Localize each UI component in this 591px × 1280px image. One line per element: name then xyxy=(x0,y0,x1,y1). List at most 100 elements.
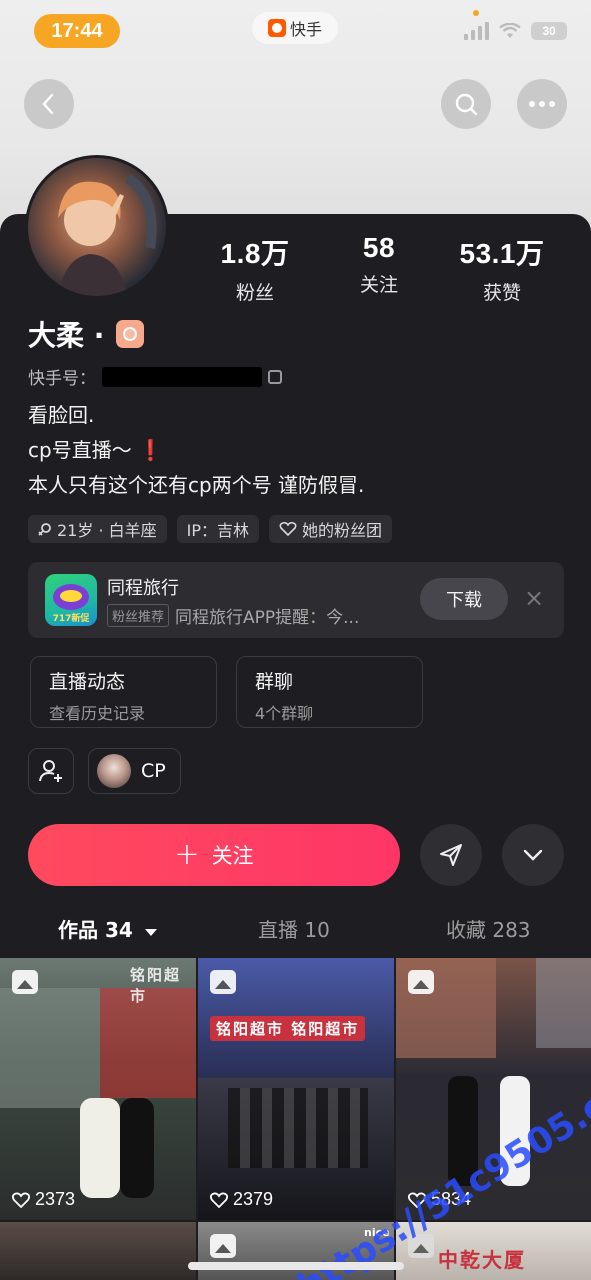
profile-screen: 17:44 快手 30 1.8万 粉丝 58 关注 53.1万 获赞 大柔 · … xyxy=(0,0,591,1280)
more-button[interactable] xyxy=(517,79,567,129)
post-thumbnail[interactable]: 铭阳超市 2373 xyxy=(0,958,196,1220)
stat-label: 关注 xyxy=(359,274,398,296)
content-tabs: 作品 34 直播 10 收藏 283 xyxy=(0,912,591,948)
heart-icon xyxy=(12,1192,30,1208)
search-button[interactable] xyxy=(441,79,491,129)
stat-label: 获赞 xyxy=(482,282,521,304)
stat-following[interactable]: 58 关注 xyxy=(319,232,439,297)
store-sign: 铭阳超市 xyxy=(130,966,182,1005)
heart-icon xyxy=(210,1192,228,1208)
tag-age: 21岁 · 白羊座 xyxy=(28,515,167,543)
bio-line-2: cp号直播～ ❗ xyxy=(28,433,364,468)
kuaishou-id-row[interactable]: 快手号： xyxy=(28,364,282,389)
tag-text: 21岁 · 白羊座 xyxy=(57,521,157,540)
tag-ip: IP：吉林 xyxy=(176,515,259,543)
wifi-icon xyxy=(499,23,521,38)
send-icon xyxy=(440,844,462,866)
copy-icon[interactable] xyxy=(268,369,282,384)
image-post-icon xyxy=(12,970,38,994)
expand-button[interactable] xyxy=(502,824,564,886)
stat-value: 1.8万 xyxy=(220,238,290,269)
post-thumbnail[interactable] xyxy=(0,1222,196,1280)
name-row: 大柔 · xyxy=(28,314,145,354)
cp-account-chip[interactable]: CP xyxy=(88,748,181,794)
tab-label: 作品 34 xyxy=(58,918,133,942)
share-button[interactable] xyxy=(420,824,482,886)
bio: 看脸回. cp号直播～ ❗ 本人只有这个还有cp两个号 谨防假冒. xyxy=(28,398,364,503)
redacted-id xyxy=(102,366,262,387)
kuaishou-id-label: 快手号： xyxy=(28,369,96,389)
post-thumbnail[interactable]: 铭阳超市 铭阳超市 2379 xyxy=(198,958,394,1220)
building-sign: 中乾大厦 xyxy=(438,1248,526,1272)
stat-likes[interactable]: 53.1万 获赞 xyxy=(442,232,562,305)
add-user-icon xyxy=(39,760,62,782)
panel-subtitle: 4个群聊 xyxy=(255,704,314,723)
tag-text: IP：吉林 xyxy=(186,521,249,540)
plus-icon: + xyxy=(174,837,200,872)
friend-row: CP xyxy=(28,748,181,794)
live-history-panel[interactable]: 直播动态 查看历史记录 xyxy=(30,656,217,728)
ad-subtitle: 同程旅行APP提醒：今... xyxy=(175,608,360,628)
like-count: 2373 xyxy=(12,1189,75,1210)
app-name: 快手 xyxy=(289,20,322,39)
follow-label: 关注 xyxy=(211,844,254,868)
profile-tags: 21岁 · 白羊座 IP：吉林 她的粉丝团 xyxy=(28,515,393,543)
heart-icon xyxy=(279,522,297,536)
follow-button[interactable]: + 关注 xyxy=(28,824,400,886)
kuaishou-logo-icon xyxy=(267,19,286,37)
image-post-icon xyxy=(408,970,434,994)
ad-chip: 粉丝推荐 xyxy=(107,604,170,627)
status-time[interactable]: 17:44 xyxy=(34,14,120,48)
chevron-down-icon xyxy=(523,849,543,861)
tongcheng-logo-icon: 717新促 xyxy=(45,574,97,626)
avatar-photo xyxy=(58,173,157,296)
logo-text: 717新促 xyxy=(52,614,90,624)
privacy-dot-icon xyxy=(473,10,479,16)
caret-down-icon xyxy=(144,929,157,936)
bio-line: 看脸回. xyxy=(28,403,95,427)
group-chat-panel[interactable]: 群聊 4个群聊 xyxy=(236,656,423,728)
battery-indicator: 30 xyxy=(531,22,567,40)
like-value: 2373 xyxy=(35,1189,76,1209)
like-value: 2379 xyxy=(233,1189,274,1209)
image-post-icon xyxy=(210,970,236,994)
gender-female-icon xyxy=(38,523,51,536)
profile-name: 大柔 · xyxy=(28,319,105,352)
tab-works[interactable]: 作品 34 xyxy=(58,914,158,943)
tab-favorites[interactable]: 收藏 283 xyxy=(446,914,531,943)
stat-value: 58 xyxy=(362,232,396,263)
bio-line: cp号直播～ xyxy=(28,438,132,462)
tab-live[interactable]: 直播 10 xyxy=(258,914,330,943)
status-bar: 17:44 快手 30 xyxy=(0,0,591,60)
store-sign: 铭阳超市 铭阳超市 xyxy=(210,1016,366,1041)
cp-avatar xyxy=(97,754,131,788)
download-button[interactable]: 下载 xyxy=(420,578,508,620)
panel-subtitle: 查看历史记录 xyxy=(49,704,146,723)
level-badge-icon[interactable] xyxy=(116,320,145,348)
panel-title: 直播动态 xyxy=(49,671,126,693)
more-dots-icon xyxy=(529,101,555,107)
stat-label: 粉丝 xyxy=(235,282,274,304)
close-icon[interactable]: × xyxy=(522,586,546,610)
cp-label: CP xyxy=(141,760,166,782)
add-friend-button[interactable] xyxy=(28,748,74,794)
signal-icon xyxy=(464,22,489,40)
image-post-icon xyxy=(210,1234,236,1258)
stat-value: 53.1万 xyxy=(459,238,545,269)
tag-fan-club[interactable]: 她的粉丝团 xyxy=(269,515,393,543)
exclamation-icon: ❗ xyxy=(138,438,163,462)
back-button[interactable] xyxy=(24,79,74,129)
ad-title: 同程旅行 xyxy=(107,578,179,599)
home-indicator[interactable] xyxy=(188,1262,404,1270)
chevron-left-icon xyxy=(42,93,54,115)
search-icon xyxy=(455,93,478,116)
panel-title: 群聊 xyxy=(255,671,294,693)
app-indicator[interactable]: 快手 xyxy=(252,12,338,44)
ad-banner[interactable]: 717新促 同程旅行 粉丝推荐 同程旅行APP提醒：今... 下载 × xyxy=(28,562,564,638)
ad-subtitle-row: 粉丝推荐 同程旅行APP提醒：今... xyxy=(107,603,359,628)
bio-line: 本人只有这个还有cp两个号 谨防假冒. xyxy=(28,473,365,497)
stat-followers[interactable]: 1.8万 粉丝 xyxy=(195,232,315,305)
like-count: 2379 xyxy=(210,1189,273,1210)
avatar[interactable] xyxy=(25,155,169,299)
status-icons: 30 xyxy=(464,22,567,40)
